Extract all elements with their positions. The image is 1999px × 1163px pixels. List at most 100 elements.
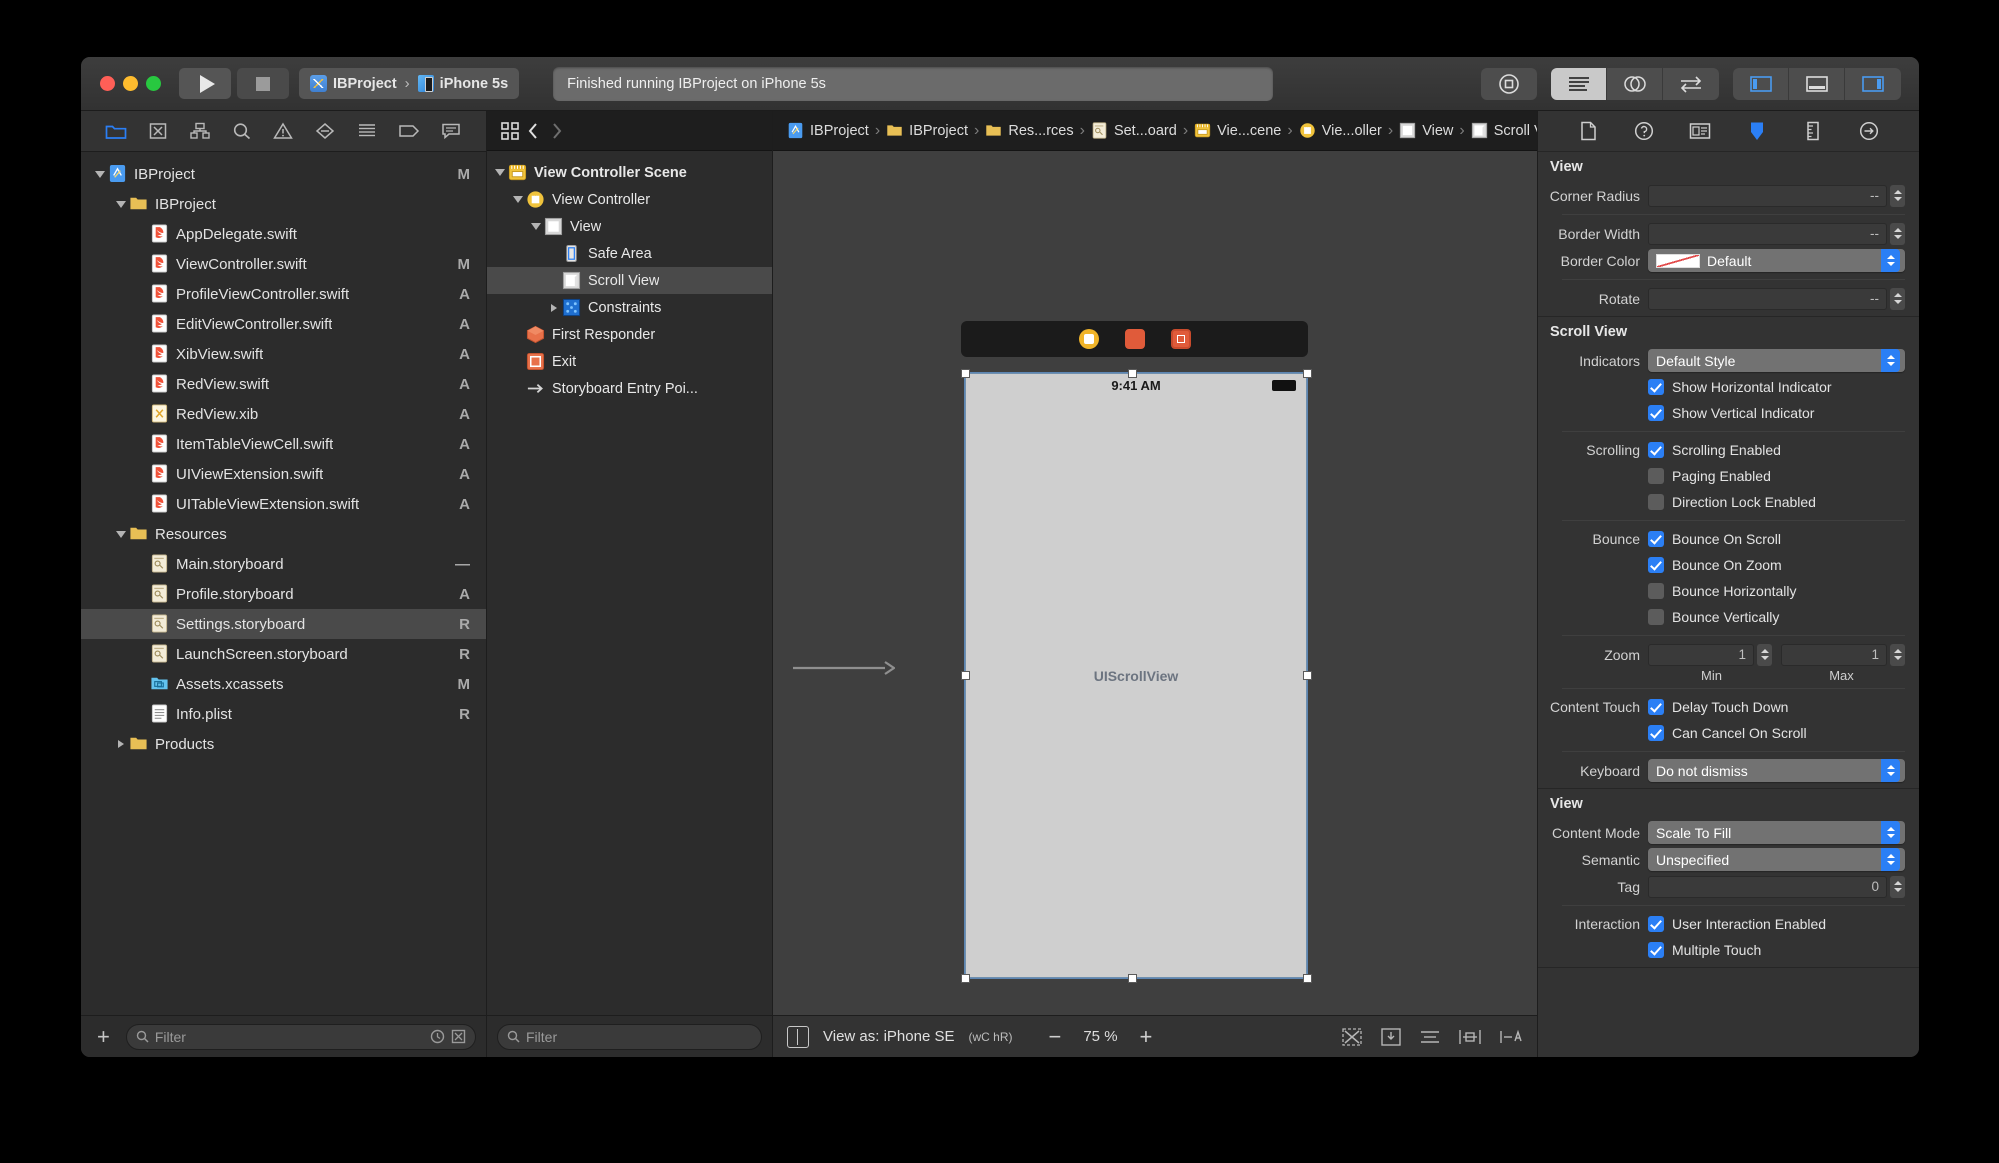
- navigator-row[interactable]: XibView.swiftA: [81, 339, 486, 369]
- scene-outline-list[interactable]: View Controller Scene View Controller Vi…: [487, 151, 772, 1015]
- project-navigator-tab[interactable]: [102, 119, 130, 143]
- navigator-row[interactable]: ItemTableViewCell.swiftA: [81, 429, 486, 459]
- close-window-button[interactable]: [100, 76, 115, 91]
- chevron-updown-icon[interactable]: [1881, 821, 1900, 844]
- debug-navigator-tab[interactable]: [353, 119, 381, 143]
- outline-row[interactable]: Scroll View: [487, 267, 772, 294]
- view-controller-dock-icon[interactable]: [1079, 329, 1099, 349]
- navigator-row[interactable]: IBProjectM: [81, 159, 486, 189]
- outline-row[interactable]: Exit: [487, 348, 772, 375]
- stepper-control[interactable]: [1890, 876, 1905, 898]
- navigator-row[interactable]: IBProject: [81, 189, 486, 219]
- file-inspector-tab[interactable]: [1574, 119, 1602, 143]
- add-constraints-icon[interactable]: [1458, 1027, 1482, 1047]
- scroll-view-canvas-object[interactable]: 9:41 AM UIScrollView: [965, 373, 1307, 978]
- navigator-row[interactable]: RedView.swiftA: [81, 369, 486, 399]
- resize-handle-middle-right[interactable]: [1303, 671, 1312, 680]
- text-field[interactable]: --: [1648, 185, 1887, 207]
- disclosure-triangle-open[interactable]: [513, 196, 523, 203]
- outline-filter-field[interactable]: Filter: [497, 1024, 762, 1050]
- chevron-updown-icon[interactable]: [1881, 759, 1900, 782]
- zoom-out-button[interactable]: −: [1048, 1026, 1061, 1048]
- project-file-list[interactable]: IBProjectMIBProject AppDelegate.swift Vi…: [81, 152, 486, 1015]
- navigator-row[interactable]: Profile.storyboardA: [81, 579, 486, 609]
- zoom-min-stepper[interactable]: [1757, 644, 1772, 666]
- checkbox[interactable]: [1648, 699, 1664, 715]
- text-field[interactable]: 0: [1648, 876, 1887, 898]
- align-icon[interactable]: [1419, 1027, 1441, 1047]
- disclosure-triangle-open[interactable]: [116, 531, 126, 538]
- embed-in-icon[interactable]: [1380, 1027, 1402, 1047]
- stepper-control[interactable]: [1890, 288, 1905, 310]
- disclosure-triangle-open[interactable]: [95, 171, 105, 178]
- filter-right-icons[interactable]: [430, 1029, 466, 1044]
- scene-dock[interactable]: [961, 321, 1308, 357]
- breadcrumb-item[interactable]: Vie...oller: [1295, 122, 1386, 139]
- resize-handle-bottom-left[interactable]: [961, 974, 970, 983]
- outline-row[interactable]: View Controller Scene: [487, 159, 772, 186]
- exit-dock-icon[interactable]: [1171, 329, 1191, 349]
- update-frames-icon[interactable]: [1341, 1027, 1363, 1047]
- text-field[interactable]: --: [1648, 288, 1887, 310]
- stepper-control[interactable]: [1890, 223, 1905, 245]
- navigator-row[interactable]: UIViewExtension.swiftA: [81, 459, 486, 489]
- breadcrumb-item[interactable]: Vie...cene: [1190, 122, 1285, 139]
- stop-button[interactable]: [237, 68, 289, 99]
- outline-row[interactable]: Constraints: [487, 294, 772, 321]
- disclosure-cell[interactable]: [112, 531, 129, 538]
- disclosure-cell[interactable]: [545, 304, 562, 312]
- popup-button[interactable]: Unspecified: [1648, 848, 1905, 871]
- zoom-min-field[interactable]: 1: [1648, 644, 1754, 666]
- checkbox[interactable]: [1648, 405, 1664, 421]
- disclosure-cell[interactable]: [527, 223, 544, 230]
- disclosure-triangle-open[interactable]: [531, 223, 541, 230]
- navigator-tab-bar[interactable]: [81, 111, 486, 152]
- chevron-updown-icon[interactable]: [1881, 349, 1900, 372]
- navigator-row[interactable]: UITableViewExtension.swiftA: [81, 489, 486, 519]
- popup-button[interactable]: Do not dismiss: [1648, 759, 1905, 782]
- disclosure-cell[interactable]: [112, 740, 129, 748]
- breadcrumb[interactable]: IBProject›IBProject›Res...rces› Set...oa…: [773, 111, 1537, 151]
- storyboard-canvas[interactable]: 9:41 AM UIScrollView: [773, 151, 1537, 1015]
- stepper-control[interactable]: [1890, 185, 1905, 207]
- first-responder-dock-icon[interactable]: [1125, 329, 1145, 349]
- toggle-inspector-button[interactable]: [1845, 68, 1901, 100]
- navigator-row[interactable]: LaunchScreen.storyboardR: [81, 639, 486, 669]
- checkbox[interactable]: [1648, 916, 1664, 932]
- zoom-window-button[interactable]: [146, 76, 161, 91]
- quick-help-tab[interactable]: [1630, 119, 1658, 143]
- test-navigator-tab[interactable]: [311, 119, 339, 143]
- outline-row[interactable]: Safe Area: [487, 240, 772, 267]
- chevron-updown-icon[interactable]: [1881, 848, 1900, 871]
- checkbox[interactable]: [1648, 725, 1664, 741]
- panel-toggles-segmented[interactable]: [1733, 68, 1901, 100]
- run-button[interactable]: [179, 68, 231, 99]
- add-file-button[interactable]: +: [91, 1026, 116, 1048]
- version-editor-button[interactable]: [1663, 68, 1719, 100]
- chevron-updown-icon[interactable]: [1881, 249, 1900, 272]
- symbol-navigator-tab[interactable]: [186, 119, 214, 143]
- zoom-max-field[interactable]: 1: [1781, 644, 1887, 666]
- connections-inspector-tab[interactable]: [1855, 119, 1883, 143]
- resize-handle-top-center[interactable]: [1128, 369, 1137, 378]
- zoom-controls[interactable]: − 75 % +: [1048, 1026, 1152, 1048]
- breadcrumb-item[interactable]: View: [1395, 122, 1457, 139]
- resize-handle-bottom-center[interactable]: [1128, 974, 1137, 983]
- checkbox[interactable]: [1648, 557, 1664, 573]
- checkbox[interactable]: [1648, 468, 1664, 484]
- source-control-navigator-tab[interactable]: [144, 119, 172, 143]
- outline-row[interactable]: View: [487, 213, 772, 240]
- view-as-toggle-icon[interactable]: [787, 1026, 809, 1048]
- popup-button[interactable]: Default Style: [1648, 349, 1905, 372]
- outline-row[interactable]: Storyboard Entry Poi...: [487, 375, 772, 402]
- breadcrumb-item[interactable]: Res...rces: [981, 122, 1077, 139]
- resize-handle-middle-left[interactable]: [961, 671, 970, 680]
- attributes-inspector-tab[interactable]: [1743, 119, 1771, 143]
- zoom-in-button[interactable]: +: [1140, 1026, 1153, 1048]
- resize-handle-top-right[interactable]: [1303, 369, 1312, 378]
- navigator-filter-field[interactable]: Filter: [126, 1024, 476, 1050]
- disclosure-cell[interactable]: [491, 169, 508, 176]
- outline-row[interactable]: View Controller: [487, 186, 772, 213]
- disclosure-cell[interactable]: [91, 171, 108, 178]
- navigator-row[interactable]: Resources: [81, 519, 486, 549]
